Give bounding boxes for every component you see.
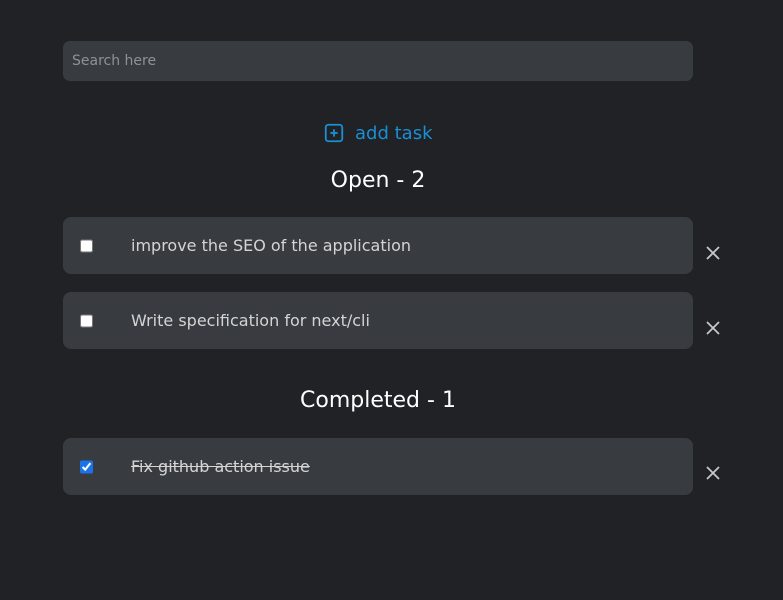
add-task-button[interactable]: add task: [323, 119, 433, 147]
task-checkbox[interactable]: [80, 239, 93, 252]
delete-task-button[interactable]: [703, 243, 723, 263]
task-item: improve the SEO of the application: [63, 217, 693, 274]
task-label: Write specification for next/cli: [131, 311, 370, 330]
open-section-title: Open - 2: [330, 168, 426, 193]
plus-square-icon: [323, 122, 345, 144]
close-icon: [706, 466, 720, 480]
close-icon: [706, 321, 720, 335]
completed-section-title: Completed - 1: [300, 388, 456, 413]
task-checkbox[interactable]: [80, 460, 93, 473]
add-task-label: add task: [355, 122, 433, 144]
task-label: improve the SEO of the application: [131, 236, 411, 255]
task-checkbox[interactable]: [80, 314, 93, 327]
task-label: Fix github action issue: [131, 457, 310, 476]
task-item: Write specification for next/cli: [63, 292, 693, 349]
task-item: Fix github action issue: [63, 438, 693, 495]
delete-task-button[interactable]: [703, 463, 723, 483]
search-input[interactable]: [63, 41, 693, 81]
todo-app: add task Open - 2 improve the SEO of the…: [0, 0, 783, 600]
close-icon: [706, 246, 720, 260]
delete-task-button[interactable]: [703, 318, 723, 338]
